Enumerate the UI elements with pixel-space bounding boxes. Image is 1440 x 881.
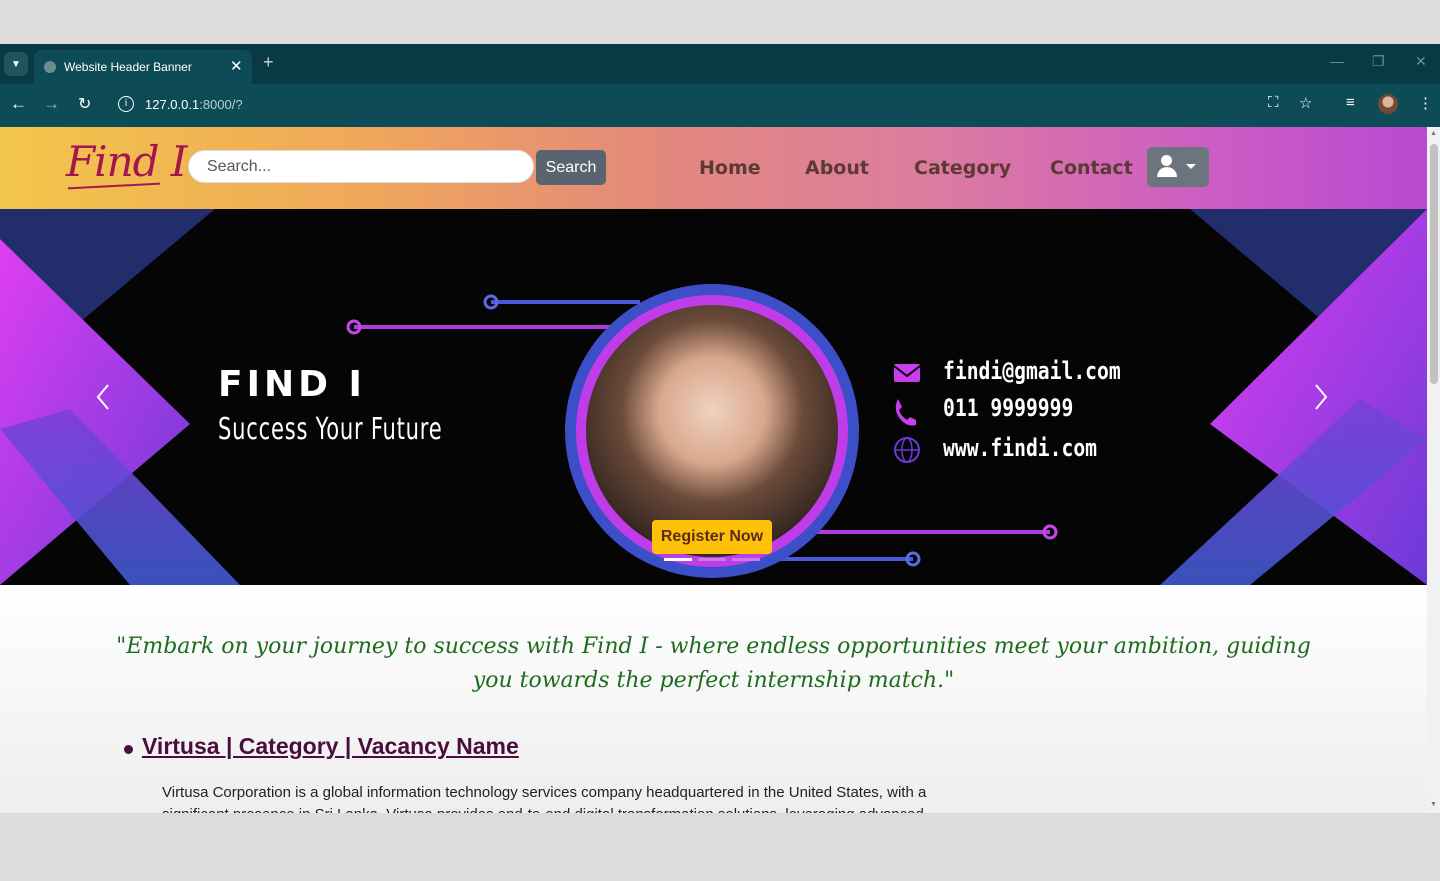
caret-down-icon: [1186, 164, 1196, 169]
vacancy-description: Virtusa Corporation is a global informat…: [162, 784, 927, 813]
tab-title: Website Header Banner: [64, 60, 192, 74]
site-info-icon[interactable]: i: [118, 96, 134, 112]
banner-subtitle: Success Your Future: [218, 412, 443, 447]
banner-email: findi@gmail.com: [943, 357, 1121, 385]
carousel-prev-button[interactable]: [80, 369, 140, 429]
vacancy-title-link[interactable]: Virtusa | Category | Vacancy Name: [142, 733, 519, 760]
tab-favicon-icon: [44, 61, 56, 73]
banner-carousel: FIND I Success Your Future findi@gmail.c…: [0, 209, 1427, 585]
carousel-indicator-2[interactable]: [698, 558, 726, 561]
minimize-icon[interactable]: —: [1330, 53, 1344, 69]
search-input[interactable]: [188, 150, 534, 183]
phone-icon: [895, 399, 916, 426]
restore-icon[interactable]: ❐: [1372, 53, 1385, 70]
nav-link-about[interactable]: About: [805, 157, 869, 179]
scroll-up-icon[interactable]: ▲: [1430, 130, 1437, 137]
site-navbar: Find I Search Home About Category Contac…: [0, 127, 1427, 209]
site-logo[interactable]: Find I: [66, 137, 187, 186]
browser-tab[interactable]: Website Header Banner ✕: [34, 50, 252, 84]
user-icon-body: [1157, 167, 1177, 177]
menu-more-icon[interactable]: ⋮: [1418, 94, 1433, 112]
scroll-down-icon[interactable]: ▼: [1430, 801, 1437, 808]
nav-link-home[interactable]: Home: [699, 157, 761, 179]
mail-icon: [894, 364, 920, 382]
user-icon: [1161, 155, 1172, 166]
profile-avatar-icon[interactable]: [1378, 94, 1398, 114]
tab-close-icon[interactable]: ✕: [230, 57, 243, 75]
carousel-indicator-3[interactable]: [732, 558, 760, 561]
close-window-icon[interactable]: ✕: [1415, 53, 1427, 70]
banner-phone: 011 9999999: [943, 394, 1074, 422]
screen-top-border: [0, 0, 1440, 44]
list-bullet: [124, 745, 133, 754]
browser-toolbar: ← → ↻ i 127.0.0.1:8000/? ⛶ ☆ ≡ ⋮: [0, 84, 1440, 127]
back-icon[interactable]: ←: [10, 94, 27, 114]
banner-title: FIND I: [218, 364, 366, 405]
tab-search-dropdown-icon[interactable]: ▼: [4, 52, 28, 76]
address-bar[interactable]: i 127.0.0.1:8000/?: [108, 90, 1328, 120]
carousel-indicator-1[interactable]: [664, 558, 692, 561]
new-tab-icon[interactable]: +: [263, 52, 274, 73]
url-text: 127.0.0.1:8000/?: [145, 97, 243, 112]
register-now-button[interactable]: Register Now: [652, 520, 772, 554]
screen-bottom-border: [0, 813, 1440, 881]
page-scrollbar[interactable]: ▲ ▼: [1427, 127, 1440, 813]
content-section: "Embark on your journey to success with …: [0, 585, 1427, 813]
nav-link-contact[interactable]: Contact: [1050, 157, 1133, 179]
scrollbar-thumb[interactable]: [1430, 144, 1438, 384]
nav-link-category[interactable]: Category: [914, 157, 1011, 179]
bookmark-star-icon[interactable]: ☆: [1299, 94, 1312, 112]
forward-icon[interactable]: →: [43, 94, 60, 114]
media-controls-icon[interactable]: ≡: [1346, 94, 1355, 111]
banner-website: www.findi.com: [943, 434, 1098, 462]
tagline-quote: "Embark on your journey to success with …: [116, 634, 1311, 693]
user-menu-button[interactable]: [1147, 147, 1209, 187]
page-viewport: Find I Search Home About Category Contac…: [0, 127, 1427, 813]
browser-tab-bar: ▼ Website Header Banner ✕ + — ❐ ✕: [0, 44, 1440, 84]
translate-icon[interactable]: ⛶: [1268, 94, 1279, 111]
carousel-next-button[interactable]: [1290, 369, 1350, 429]
search-button[interactable]: Search: [536, 150, 606, 185]
reload-icon[interactable]: ↻: [78, 94, 91, 114]
